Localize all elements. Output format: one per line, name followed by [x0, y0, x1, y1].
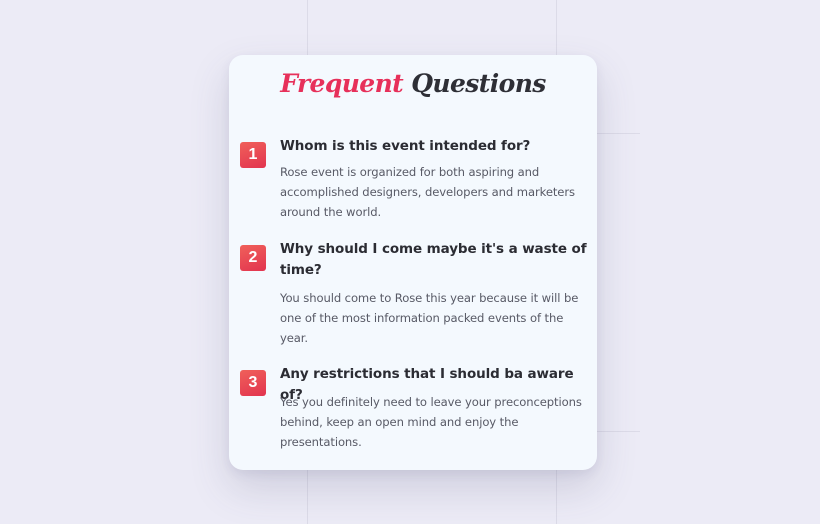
- faq-answer: You should come to Rose this year becaus…: [280, 291, 579, 345]
- faq-number-badge: 2: [240, 245, 266, 271]
- faq-question: Why should I come maybe it's a waste of …: [280, 241, 587, 278]
- faq-card: Frequent Questions 1 Whom is this event …: [229, 55, 597, 470]
- faq-number-badge: 3: [240, 370, 266, 396]
- faq-answer: Yes you definitely need to leave your pr…: [280, 395, 582, 449]
- faq-answer: Rose event is organized for both aspirin…: [280, 165, 575, 219]
- title-accent: Frequent: [280, 69, 404, 98]
- faq-number-badge: 1: [240, 142, 266, 168]
- title-main: Questions: [411, 69, 546, 98]
- faq-title: Frequent Questions: [229, 67, 597, 101]
- faq-question: Whom is this event intended for?: [280, 138, 531, 154]
